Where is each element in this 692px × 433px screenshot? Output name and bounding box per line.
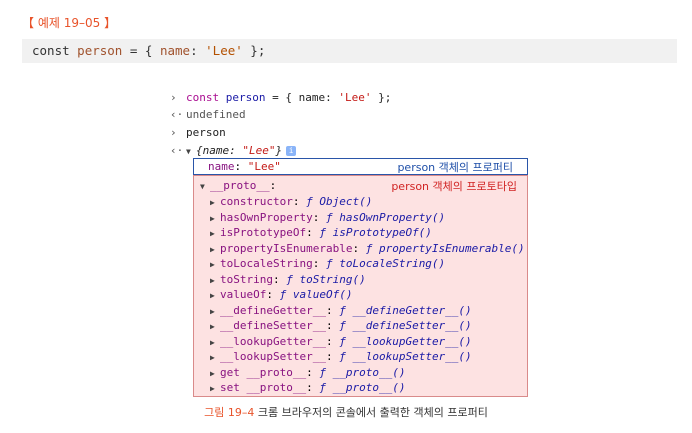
- method-fn: __proto__(): [332, 381, 406, 394]
- method-key: __lookupSetter__: [220, 350, 326, 363]
- collapsed-triangle-icon[interactable]: ▶: [210, 211, 220, 226]
- proto-header[interactable]: ▼ __proto__:: [200, 178, 276, 193]
- collapsed-triangle-icon[interactable]: ▶: [210, 319, 220, 334]
- console-object-line[interactable]: ‹· ▼ {name: "Lee"} i: [170, 143, 297, 159]
- function-f-icon: ƒ: [339, 303, 346, 317]
- method-key: toString: [220, 272, 273, 286]
- code-keyword: const: [32, 43, 70, 58]
- example-title: 【 예제 19–05 】: [22, 16, 117, 30]
- collapsed-triangle-icon[interactable]: ▶: [210, 242, 220, 257]
- method-key: set __proto__: [220, 381, 307, 394]
- code-block: const person = { name: 'Lee' };: [22, 39, 677, 63]
- method-fn: __proto__(): [332, 365, 406, 379]
- method-fn: hasOwnProperty(): [339, 210, 446, 224]
- method-fn: __defineSetter__(): [352, 319, 472, 332]
- code-mid: = {: [122, 43, 160, 58]
- result-arrow-icon: ‹·: [170, 144, 184, 157]
- prompt-chevron-icon: ›: [170, 91, 177, 104]
- console-input-line[interactable]: › const person = { name: 'Lee' };: [170, 90, 391, 106]
- collapsed-triangle-icon[interactable]: ▶: [210, 381, 220, 396]
- result-arrow-icon: ‹·: [170, 108, 184, 121]
- collapsed-triangle-icon[interactable]: ▶: [210, 335, 220, 350]
- caption-figure-number: 그림 19–4: [204, 406, 255, 419]
- method-fn: isPrototypeOf(): [332, 226, 432, 239]
- method-fn: toLocaleString(): [339, 257, 446, 270]
- proto-method-row[interactable]: ▶ __lookupSetter__: ƒ __lookupSetter__(): [210, 349, 472, 364]
- method-fn: toString(): [299, 272, 366, 286]
- code-prop: name: [159, 43, 191, 58]
- function-f-icon: ƒ: [339, 350, 346, 363]
- method-key: isPrototypeOf: [220, 226, 307, 239]
- info-icon[interactable]: i: [286, 146, 297, 156]
- prototype-box: ▼ __proto__: person 객체의 프로토타입 ▶ constructo…: [193, 175, 528, 397]
- function-f-icon: ƒ: [325, 257, 333, 270]
- function-f-icon: ƒ: [319, 226, 326, 239]
- method-key: __lookupGetter__: [220, 334, 326, 348]
- function-f-icon: ƒ: [339, 334, 346, 348]
- proto-method-row[interactable]: ▶ __lookupGetter__: ƒ __lookupGetter__(): [210, 334, 472, 349]
- own-property-box: name: "Lee" person 객체의 프로퍼티: [193, 158, 528, 175]
- collapsed-triangle-icon[interactable]: ▶: [210, 273, 220, 288]
- method-fn: __defineGetter__(): [352, 303, 472, 317]
- function-f-icon: ƒ: [279, 288, 287, 301]
- proto-method-row[interactable]: ▶ toLocaleString: ƒ toLocaleString(): [210, 256, 445, 271]
- code-end: };: [242, 43, 266, 58]
- collapsed-triangle-icon[interactable]: ▶: [210, 288, 220, 303]
- method-fn: __lookupSetter__(): [352, 350, 472, 363]
- collapsed-triangle-icon[interactable]: ▶: [210, 350, 220, 365]
- function-f-icon: ƒ: [319, 365, 326, 379]
- proto-method-row[interactable]: ▶ set __proto__: ƒ __proto__(): [210, 380, 405, 395]
- prototype-label: person 객체의 프로토타입: [391, 180, 517, 193]
- code-str: 'Lee': [205, 43, 243, 58]
- expand-triangle-icon[interactable]: ▼: [200, 179, 210, 194]
- method-fn: valueOf(): [292, 288, 353, 301]
- function-f-icon: ƒ: [365, 241, 373, 255]
- collapsed-triangle-icon[interactable]: ▶: [210, 226, 220, 241]
- method-key: hasOwnProperty: [220, 210, 313, 224]
- collapsed-triangle-icon[interactable]: ▶: [210, 304, 220, 319]
- method-key: __defineSetter__: [220, 319, 326, 332]
- collapsed-triangle-icon[interactable]: ▶: [210, 195, 220, 210]
- method-key: __defineGetter__: [220, 303, 326, 317]
- code-var: person: [77, 43, 123, 58]
- method-key: constructor: [220, 195, 293, 208]
- code-line: const person = { name: 'Lee' };: [32, 43, 265, 58]
- proto-method-row[interactable]: ▶ constructor: ƒ Object(): [210, 194, 372, 209]
- method-fn: Object(): [319, 195, 373, 208]
- own-property-label: person 객체의 프로퍼티: [397, 161, 513, 174]
- method-key: propertyIsEnumerable: [220, 241, 353, 255]
- method-key: toLocaleString: [220, 257, 313, 270]
- code-colon: :: [190, 43, 206, 58]
- function-f-icon: ƒ: [339, 319, 346, 332]
- proto-method-row[interactable]: ▶ toString: ƒ toString(): [210, 272, 366, 287]
- method-key: get __proto__: [220, 365, 307, 379]
- function-f-icon: ƒ: [325, 210, 333, 224]
- console-result-line: ‹· undefined: [170, 108, 246, 121]
- function-f-icon: ƒ: [306, 195, 313, 208]
- function-f-icon: ƒ: [286, 272, 293, 286]
- function-f-icon: ƒ: [319, 381, 326, 394]
- method-key: valueOf: [220, 288, 267, 301]
- collapsed-triangle-icon[interactable]: ▶: [210, 257, 220, 272]
- own-property-line: name: "Lee": [208, 160, 281, 173]
- caption-text: 크롬 브라우저의 콘솔에서 출력한 객체의 프로퍼티: [254, 406, 488, 419]
- method-fn: __lookupGetter__(): [352, 334, 472, 348]
- proto-method-row[interactable]: ▶ get __proto__: ƒ __proto__(): [210, 365, 405, 380]
- collapsed-triangle-icon[interactable]: ▶: [210, 366, 220, 381]
- proto-method-row[interactable]: ▶ __defineGetter__: ƒ __defineGetter__(): [210, 303, 472, 318]
- figure-caption: 그림 19–4 크롬 브라우저의 콘솔에서 출력한 객체의 프로퍼티: [0, 404, 692, 420]
- proto-method-row[interactable]: ▶ __defineSetter__: ƒ __defineSetter__(): [210, 318, 472, 333]
- console-input-line[interactable]: › person: [170, 125, 226, 141]
- proto-method-row[interactable]: ▶ valueOf: ƒ valueOf(): [210, 287, 352, 302]
- prompt-chevron-icon: ›: [170, 126, 177, 139]
- proto-method-row[interactable]: ▶ hasOwnProperty: ƒ hasOwnProperty(): [210, 210, 445, 225]
- proto-method-row[interactable]: ▶ propertyIsEnumerable: ƒ propertyIsEnume…: [210, 241, 525, 256]
- method-fn: propertyIsEnumerable(): [378, 241, 525, 255]
- proto-method-row[interactable]: ▶ isPrototypeOf: ƒ isPrototypeOf(): [210, 225, 432, 240]
